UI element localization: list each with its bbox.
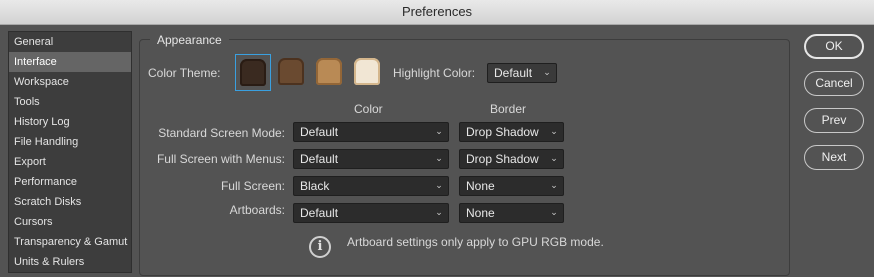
prev-button[interactable]: Prev <box>804 108 864 133</box>
standard-screen-border-value: Drop Shadow <box>466 125 539 139</box>
toast-icon <box>316 58 342 85</box>
standard-screen-mode-label: Standard Screen Mode: <box>158 126 285 140</box>
artboards-border-value: None <box>466 206 495 220</box>
chevron-down-icon: ⌄ <box>550 126 558 136</box>
full-screen-menus-color-select[interactable]: Default ⌄ <box>293 149 449 169</box>
standard-screen-border-select[interactable]: Drop Shadow ⌄ <box>459 122 564 142</box>
info-icon: i <box>309 236 331 258</box>
appearance-legend: Appearance <box>150 33 229 47</box>
full-screen-menus-color-value: Default <box>300 152 339 166</box>
full-screen-color-value: Black <box>300 179 330 193</box>
chevron-down-icon: ⌄ <box>543 67 551 77</box>
sidebar-item-history-log[interactable]: History Log <box>9 112 131 132</box>
sidebar-item-units-rulers[interactable]: Units & Rulers <box>9 252 131 272</box>
toast-icon <box>278 58 304 85</box>
column-header-color: Color <box>354 102 383 116</box>
full-screen-color-select[interactable]: Black ⌄ <box>293 176 449 196</box>
sidebar-item-cursors[interactable]: Cursors <box>9 212 131 232</box>
artboards-color-value: Default <box>300 206 339 220</box>
chevron-down-icon: ⌄ <box>550 153 558 163</box>
sidebar-item-workspace[interactable]: Workspace <box>9 72 131 92</box>
next-button[interactable]: Next <box>804 145 864 170</box>
artboards-label: Artboards: <box>229 203 285 217</box>
color-theme-label: Color Theme: <box>148 66 221 80</box>
column-header-border: Border <box>490 102 527 116</box>
sidebar-item-scratch-disks[interactable]: Scratch Disks <box>9 192 131 212</box>
standard-screen-color-select[interactable]: Default ⌄ <box>293 122 449 142</box>
full-screen-border-value: None <box>466 179 495 193</box>
chevron-down-icon: ⌄ <box>435 207 443 217</box>
highlight-color-value: Default <box>494 66 533 80</box>
sidebar-item-file-handling[interactable]: File Handling <box>9 132 131 152</box>
theme-swatch-dark[interactable] <box>276 56 306 87</box>
full-screen-menus-border-select[interactable]: Drop Shadow ⌄ <box>459 149 564 169</box>
sidebar-item-interface[interactable]: Interface <box>9 52 131 72</box>
full-screen-menus-label: Full Screen with Menus: <box>156 152 285 166</box>
theme-swatch-medium[interactable] <box>314 56 344 87</box>
sidebar-item-performance[interactable]: Performance <box>9 172 131 192</box>
toast-icon <box>240 59 266 86</box>
theme-swatch-darkest[interactable] <box>235 54 271 91</box>
sidebar-item-tools[interactable]: Tools <box>9 92 131 112</box>
chevron-down-icon: ⌄ <box>550 207 558 217</box>
standard-screen-color-value: Default <box>300 125 339 139</box>
toast-icon <box>354 58 380 85</box>
chevron-down-icon: ⌄ <box>435 153 443 163</box>
highlight-color-select[interactable]: Default ⌄ <box>487 63 557 83</box>
full-screen-border-select[interactable]: None ⌄ <box>459 176 564 196</box>
sidebar-item-export[interactable]: Export <box>9 152 131 172</box>
sidebar-item-transparency-gamut[interactable]: Transparency & Gamut <box>9 232 131 252</box>
artboards-color-select[interactable]: Default ⌄ <box>293 203 449 223</box>
window-title: Preferences <box>0 0 874 25</box>
preferences-sidebar: General Interface Workspace Tools Histor… <box>8 31 132 273</box>
full-screen-label: Full Screen: <box>220 179 285 193</box>
chevron-down-icon: ⌄ <box>550 180 558 190</box>
chevron-down-icon: ⌄ <box>435 126 443 136</box>
artboard-info-text: Artboard settings only apply to GPU RGB … <box>347 235 604 249</box>
cancel-button[interactable]: Cancel <box>804 71 864 96</box>
chevron-down-icon: ⌄ <box>435 180 443 190</box>
ok-button[interactable]: OK <box>804 34 864 59</box>
sidebar-item-general[interactable]: General <box>9 32 131 52</box>
full-screen-menus-border-value: Drop Shadow <box>466 152 539 166</box>
highlight-color-label: Highlight Color: <box>393 66 476 80</box>
artboards-border-select[interactable]: None ⌄ <box>459 203 564 223</box>
theme-swatch-light[interactable] <box>352 56 382 87</box>
